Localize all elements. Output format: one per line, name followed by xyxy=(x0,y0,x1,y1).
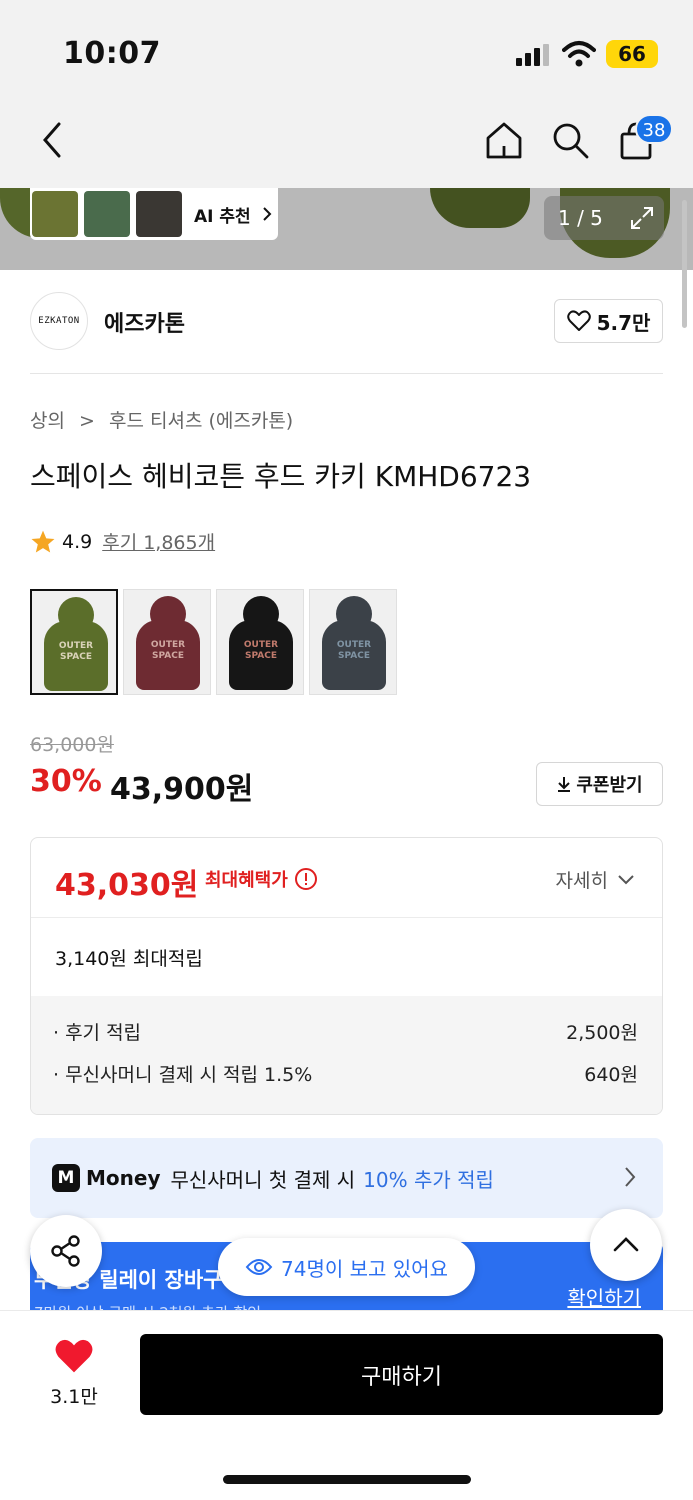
color-option-khaki[interactable]: OUTER SPACE xyxy=(30,589,118,695)
ai-thumb-2 xyxy=(84,191,130,237)
wishlist-button[interactable]: 3.1만 xyxy=(46,1338,102,1409)
chevron-up-icon xyxy=(613,1237,639,1252)
battery-icon: 66 xyxy=(606,40,658,68)
benefit-box: 43,030원 최대혜택가 자세히 3,140원 최대적립 · 후기 적립 2,… xyxy=(30,837,663,1115)
wishlist-count: 3.1만 xyxy=(50,1386,98,1408)
color-options: OUTER SPACE OUTER SPACE OUTER SPACE OUTER SP… xyxy=(30,589,397,695)
color-option-charcoal[interactable]: OUTER SPACE xyxy=(309,589,397,695)
breadcrumb: 상의 > 후드 티셔츠 (에즈카톤) xyxy=(30,406,293,433)
chevron-right-icon xyxy=(625,1167,636,1187)
search-icon[interactable] xyxy=(548,118,592,162)
product-title: 스페이스 헤비코튼 후드 카키 KMHD6723 xyxy=(30,460,532,493)
brand-like-button[interactable]: 5.7만 xyxy=(554,299,663,343)
back-icon[interactable] xyxy=(30,118,74,162)
buy-button[interactable]: 구매하기 xyxy=(140,1334,663,1415)
color-option-black[interactable]: OUTER SPACE xyxy=(216,589,304,695)
detail-toggle[interactable]: 자세히 xyxy=(556,866,636,893)
home-indicator xyxy=(223,1475,471,1484)
rating-value: 4.9 xyxy=(62,530,93,553)
chevron-down-icon xyxy=(618,874,634,884)
max-points-title: 3,140원 최대적립 xyxy=(55,948,203,970)
ai-recommend-label: AI 추천 xyxy=(194,206,251,227)
eye-icon xyxy=(245,1259,273,1275)
breadcrumb-subcategory[interactable]: 후드 티셔츠 (에즈카톤) xyxy=(109,410,293,432)
home-icon[interactable] xyxy=(482,118,526,162)
breadcrumb-category[interactable]: 상의 xyxy=(30,410,65,432)
points-row-value: 640원 xyxy=(584,1064,638,1086)
money-logo-icon: M xyxy=(52,1164,80,1192)
ai-thumb-1 xyxy=(32,191,78,237)
ai-recommend-card[interactable]: AI 추천 xyxy=(30,188,278,240)
points-row: · 무신사머니 결제 시 적립 1.5% 640원 xyxy=(53,1060,638,1087)
status-time: 10:07 xyxy=(63,36,161,71)
wifi-icon xyxy=(562,41,596,67)
rating-row: 4.9 후기 1,865개 xyxy=(30,528,215,555)
image-counter-text: 1 / 5 xyxy=(558,206,603,230)
image-counter: 1 / 5 xyxy=(544,196,664,240)
review-count-link[interactable]: 후기 1,865개 xyxy=(102,528,215,555)
download-icon xyxy=(558,777,571,792)
sale-price: 43,900원 xyxy=(110,772,254,807)
signal-icon xyxy=(516,44,549,66)
original-price: 63,000원 xyxy=(30,734,114,756)
musinsa-money-banner[interactable]: M Money 무신사머니 첫 결제 시 10% 추가 적립 xyxy=(30,1138,663,1218)
breadcrumb-separator: > xyxy=(79,410,95,432)
max-benefit-price: 43,030원 xyxy=(55,868,199,903)
coupon-label: 쿠폰받기 xyxy=(576,775,643,796)
coupon-button[interactable]: 쿠폰받기 xyxy=(536,762,663,806)
divider xyxy=(30,373,663,374)
benefit-header[interactable]: 43,030원 최대혜택가 자세히 xyxy=(31,838,662,918)
star-icon xyxy=(31,530,55,553)
points-breakdown: · 후기 적립 2,500원 · 무신사머니 결제 시 적립 1.5% 640원 xyxy=(31,996,662,1114)
promo-banner-link[interactable]: 확인하기 xyxy=(567,1282,641,1311)
money-banner-text: 무신사머니 첫 결제 시 xyxy=(170,1167,356,1192)
scrollbar[interactable] xyxy=(682,200,687,328)
points-row: · 후기 적립 2,500원 xyxy=(53,1018,638,1045)
expand-icon[interactable] xyxy=(629,205,655,231)
chevron-right-icon xyxy=(262,207,272,221)
viewers-text: 74명이 보고 있어요 xyxy=(281,1256,448,1281)
cart-count-badge: 38 xyxy=(635,114,673,144)
brand-like-count: 5.7만 xyxy=(596,310,651,335)
money-banner-highlight: 10% 추가 적립 xyxy=(363,1167,494,1192)
ai-thumb-3 xyxy=(136,191,182,237)
points-row-value: 2,500원 xyxy=(566,1022,638,1044)
max-benefit-label: 최대혜택가 xyxy=(205,866,318,892)
viewers-badge: 74명이 보고 있어요 xyxy=(218,1238,475,1296)
max-benefit-label-text: 최대혜택가 xyxy=(205,870,288,891)
color-option-burgundy[interactable]: OUTER SPACE xyxy=(123,589,211,695)
heart-outline-icon xyxy=(566,310,591,331)
share-button[interactable] xyxy=(30,1215,102,1287)
info-icon[interactable] xyxy=(294,867,318,891)
brand-name[interactable]: 에즈카톤 xyxy=(104,306,185,338)
heart-filled-icon xyxy=(55,1339,93,1373)
money-brand: Money xyxy=(86,1166,161,1190)
share-icon xyxy=(51,1235,80,1267)
points-row-label: · 무신사머니 결제 시 적립 1.5% xyxy=(53,1064,313,1086)
brand-logo[interactable]: EZKATON xyxy=(30,292,88,350)
detail-label: 자세히 xyxy=(555,870,608,892)
scroll-top-button[interactable] xyxy=(590,1209,662,1281)
points-row-label: · 후기 적립 xyxy=(53,1022,142,1044)
discount-rate: 30% xyxy=(30,764,102,799)
